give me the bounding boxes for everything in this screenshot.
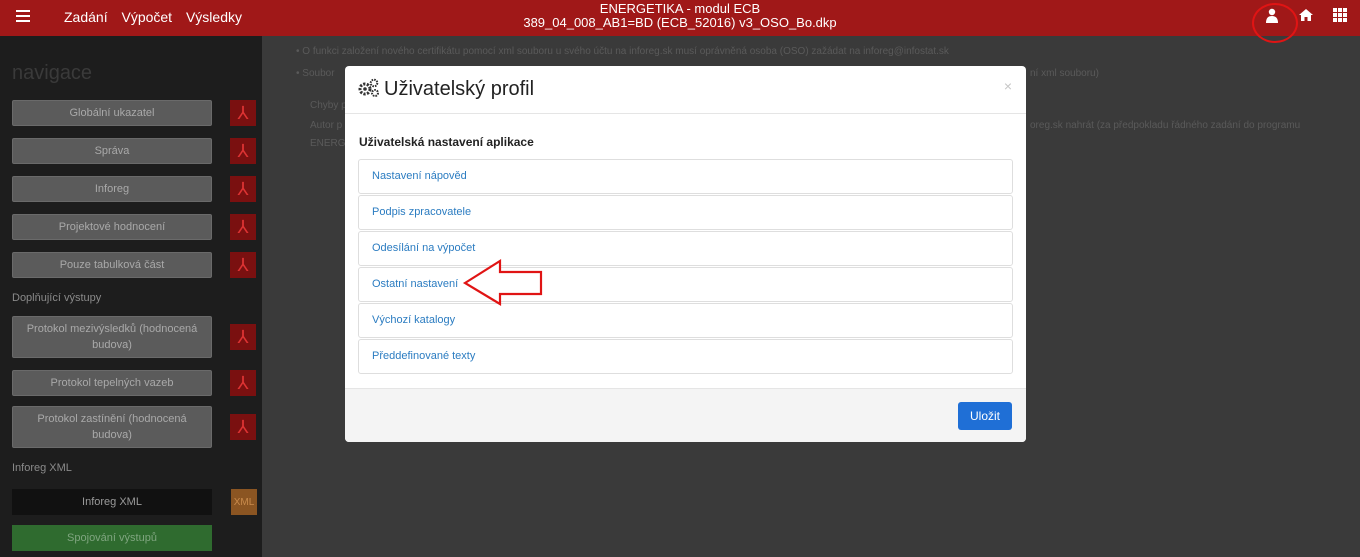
close-icon[interactable]: × xyxy=(1004,78,1012,94)
sidebar: navigace Globální ukazatel ⅄ Správa ⅄ In… xyxy=(0,36,262,557)
sidebar-button-tepelne-vazby[interactable]: Protokol tepelných vazeb xyxy=(12,370,212,396)
bg-text: ní xml souboru) xyxy=(1030,68,1099,79)
app-title: ENERGETIKA - modul ECB 389_04_008_AB1=BD… xyxy=(0,2,1360,30)
pdf-icon[interactable]: ⅄ xyxy=(230,324,256,350)
user-profile-modal: Uživatelský profil × Uživatelská nastave… xyxy=(345,66,1026,442)
bg-text: oreg.sk nahrát (za předpokladu řádného z… xyxy=(1030,120,1301,131)
settings-item-katalogy[interactable]: Výchozí katalogy xyxy=(358,303,1013,338)
gears-icon xyxy=(358,78,380,104)
bg-text: • O funkci založení nového certifikátu p… xyxy=(296,46,949,57)
merge-outputs-button[interactable]: Spojování výstupů xyxy=(12,525,212,551)
sidebar-button-projektove[interactable]: Projektové hodnocení xyxy=(12,214,212,240)
sidebar-button-sprava[interactable]: Správa xyxy=(12,138,212,164)
app-title-line1: ENERGETIKA - modul ECB xyxy=(599,1,761,16)
modal-title: Uživatelský profil xyxy=(384,78,535,100)
xml-file-icon[interactable]: XML xyxy=(231,489,257,515)
modal-subtitle: Uživatelská nastavení aplikace xyxy=(359,135,534,149)
annotation-arrow-icon xyxy=(462,259,543,306)
bg-text: • Soubor xyxy=(296,68,335,79)
settings-list: Nastavení nápověd Podpis zpracovatele Od… xyxy=(358,159,1013,375)
sidebar-button-mezivysledky[interactable]: Protokol mezivýsledků (hodnocená budova) xyxy=(12,316,212,358)
bg-text: ENERG xyxy=(310,138,346,149)
pdf-icon[interactable]: ⅄ xyxy=(230,252,256,278)
grid-icon[interactable] xyxy=(1332,8,1348,24)
settings-item-podpis[interactable]: Podpis zpracovatele xyxy=(358,195,1013,230)
inforeg-xml-button[interactable]: Inforeg XML xyxy=(12,489,212,515)
sidebar-button-tabulkova[interactable]: Pouze tabulková část xyxy=(12,252,212,278)
pdf-icon[interactable]: ⅄ xyxy=(230,414,256,440)
modal-header: Uživatelský profil × xyxy=(345,66,1026,114)
pdf-icon[interactable]: ⅄ xyxy=(230,138,256,164)
settings-item-napovedy[interactable]: Nastavení nápověd xyxy=(358,159,1013,194)
pdf-icon[interactable]: ⅄ xyxy=(230,176,256,202)
pdf-icon[interactable]: ⅄ xyxy=(230,370,256,396)
sidebar-button-zastineni[interactable]: Protokol zastínění (hodnocená budova) xyxy=(12,406,212,448)
modal-footer: Uložit xyxy=(345,388,1026,442)
settings-item-ostatni[interactable]: Ostatní nastavení xyxy=(358,267,1013,302)
sidebar-title: navigace xyxy=(12,62,93,84)
app-title-file: 389_04_008_AB1=BD (ECB_52016) v3_OSO_Bo.… xyxy=(523,15,837,30)
section-label-xml: Inforeg XML xyxy=(12,462,72,474)
bg-text: Autor p xyxy=(310,120,343,131)
save-button[interactable]: Uložit xyxy=(958,402,1012,430)
sidebar-button-inforeg[interactable]: Inforeg xyxy=(12,176,212,202)
settings-item-odesilani[interactable]: Odesílání na výpočet xyxy=(358,231,1013,266)
pdf-icon[interactable]: ⅄ xyxy=(230,214,256,240)
pdf-icon[interactable]: ⅄ xyxy=(230,100,256,126)
settings-item-texty[interactable]: Předdefinované texty xyxy=(358,339,1013,374)
sidebar-button-global[interactable]: Globální ukazatel xyxy=(12,100,212,126)
top-bar: Zadání Výpočet Výsledky ENERGETIKA - mod… xyxy=(0,0,1360,36)
bg-text: Chyby p xyxy=(310,100,347,111)
section-label-outputs: Doplňující výstupy xyxy=(12,292,102,304)
home-icon[interactable] xyxy=(1298,8,1314,24)
